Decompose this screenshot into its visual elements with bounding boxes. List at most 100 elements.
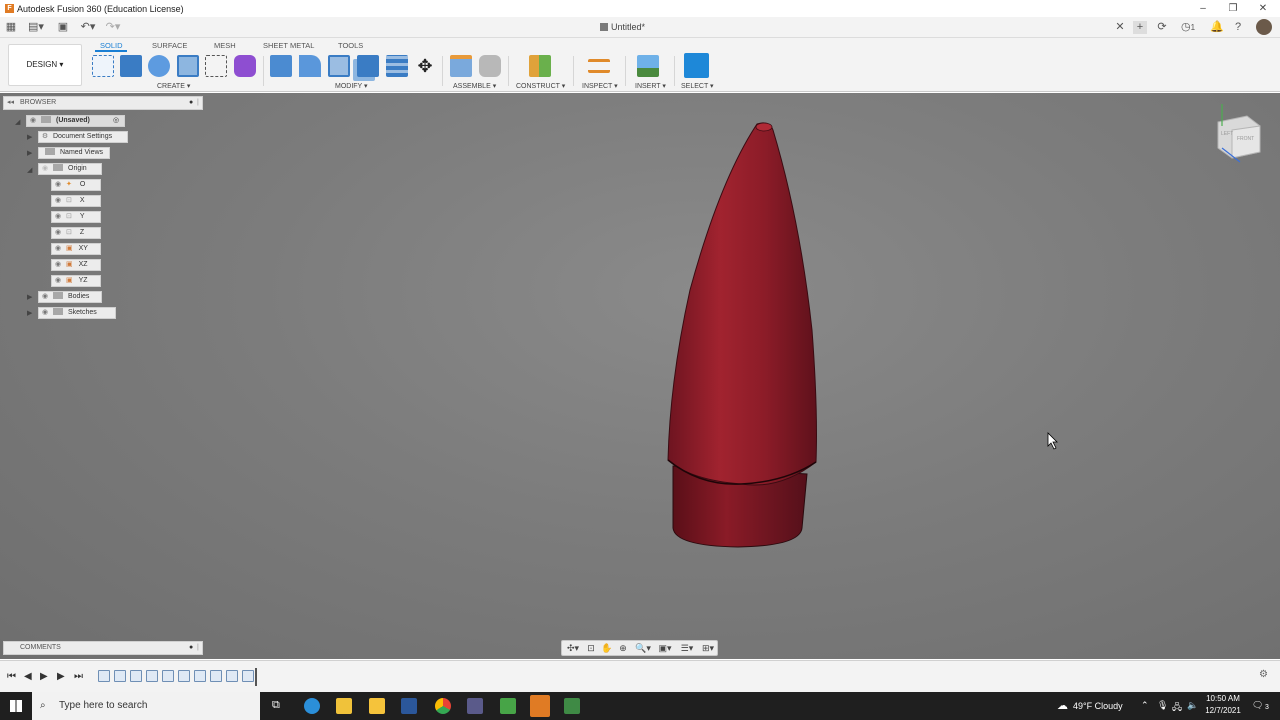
browser-item-document-settings[interactable]: ⚙ Document Settings — [38, 131, 128, 143]
x-axis-item[interactable]: ◉ ⊡ X — [51, 195, 101, 207]
timeline-feature-sketch[interactable] — [162, 670, 174, 682]
taskbar-search-input[interactable]: ⌕ Type here to search — [32, 692, 260, 720]
shell-icon[interactable] — [328, 55, 350, 77]
yz-plane-item[interactable]: ◉ ▣ YZ — [51, 275, 101, 287]
user-avatar[interactable] — [1256, 19, 1272, 35]
tab-mesh[interactable]: MESH — [214, 41, 236, 50]
go-to-end-icon[interactable]: ⏭ — [74, 671, 83, 682]
edge-icon[interactable] — [304, 698, 320, 714]
weather-text[interactable]: 49°F Cloudy — [1073, 701, 1123, 711]
select-icon[interactable] — [684, 53, 709, 78]
notification-center-icon[interactable]: 🗨 — [1252, 700, 1263, 711]
visibility-eye-icon[interactable]: ◉ — [39, 292, 51, 302]
close-tab-icon[interactable]: ✕ — [1114, 21, 1126, 34]
play-icon[interactable]: ▶ — [40, 671, 48, 682]
comments-pin-icon[interactable]: ● — [189, 642, 193, 654]
expand-arrow-icon[interactable]: ▶ — [27, 149, 32, 157]
assemble-menu[interactable]: ASSEMBLE ▾ — [453, 82, 496, 90]
microphone-icon[interactable]: 🎙 — [1157, 700, 1168, 711]
word-icon[interactable] — [401, 698, 417, 714]
file-explorer-icon[interactable] — [336, 698, 352, 714]
hole-icon[interactable] — [177, 55, 199, 77]
timeline-feature-sketch[interactable] — [130, 670, 142, 682]
browser-root-item[interactable]: ◉ (Unsaved) ◎ — [26, 115, 125, 127]
press-pull-icon[interactable] — [270, 55, 292, 77]
browser-panel-header[interactable]: ◂◂ BROWSER ● | — [3, 96, 203, 110]
file-menu-icon[interactable]: ▤▾ — [27, 21, 45, 34]
pan-icon[interactable]: ✋ — [601, 643, 613, 654]
joint-icon[interactable] — [479, 55, 501, 77]
browser-item-bodies[interactable]: ◉ Bodies — [38, 291, 102, 303]
visibility-eye-icon[interactable]: ◉ — [39, 308, 51, 318]
nose-cone-body[interactable] — [667, 122, 817, 486]
visibility-eye-icon[interactable]: ◉ — [52, 212, 64, 222]
create-menu[interactable]: CREATE ▾ — [157, 82, 190, 90]
go-to-start-icon[interactable]: ⏮ — [7, 671, 16, 682]
timeline-feature-sketch[interactable] — [98, 670, 110, 682]
collapse-arrow-icon[interactable]: ◢ — [27, 166, 32, 174]
browser-item-sketches[interactable]: ◉ Sketches — [38, 307, 116, 319]
minimize-button[interactable]: – — [1193, 2, 1213, 15]
save-icon[interactable]: ▣ — [57, 21, 69, 34]
tab-solid[interactable]: SOLID — [100, 41, 123, 50]
visibility-eye-icon[interactable]: ◉ — [52, 180, 64, 190]
viewports-icon[interactable]: ⊞▾ — [700, 643, 716, 654]
measure-icon[interactable] — [588, 59, 610, 73]
step-forward-icon[interactable]: ▶ — [57, 671, 65, 682]
tray-chevron-icon[interactable]: ⌃ — [1141, 700, 1149, 711]
document-tab[interactable]: Untitled* — [600, 22, 645, 32]
collapse-panel-icon[interactable]: ◂◂ — [7, 97, 14, 109]
step-back-icon[interactable]: ◀ — [24, 671, 32, 682]
extrude-icon[interactable] — [120, 55, 142, 77]
canvas-viewport[interactable]: LEFT FRONT — [0, 93, 1280, 659]
orbit-icon[interactable]: ✣▾ — [565, 643, 581, 654]
insert-menu[interactable]: INSERT ▾ — [635, 82, 666, 90]
visibility-eye-icon[interactable]: ◉ — [52, 228, 64, 238]
split-body-icon[interactable] — [386, 55, 408, 77]
pattern-icon[interactable] — [205, 55, 227, 77]
create-sketch-icon[interactable] — [92, 55, 114, 77]
chrome-icon[interactable] — [435, 698, 451, 714]
expand-arrow-icon[interactable]: ▶ — [27, 293, 32, 301]
create-form-icon[interactable] — [234, 55, 256, 77]
browser-item-named-views[interactable]: Named Views — [38, 147, 110, 159]
fit-icon[interactable]: 🔍▾ — [635, 643, 651, 654]
extensions-icon[interactable]: ⟳ — [1155, 21, 1169, 34]
recorder-icon[interactable] — [564, 698, 580, 714]
camtasia-icon[interactable] — [500, 698, 516, 714]
timeline-marker[interactable] — [255, 668, 257, 686]
modify-menu[interactable]: MODIFY ▾ — [335, 82, 368, 90]
timeline-feature-extrude[interactable] — [226, 670, 238, 682]
combine-icon[interactable] — [357, 55, 379, 77]
restore-button[interactable]: ❐ — [1223, 2, 1243, 15]
browser-item-origin[interactable]: ◉ Origin — [38, 163, 102, 175]
timeline-feature-sketch[interactable] — [210, 670, 222, 682]
store-icon[interactable] — [369, 698, 385, 714]
origin-point-item[interactable]: ◉ ✦ O — [51, 179, 101, 191]
visibility-eye-icon[interactable]: ◉ — [52, 196, 64, 206]
volume-icon[interactable]: 🔈 — [1187, 700, 1198, 711]
redo-icon[interactable]: ↷▾ — [104, 21, 122, 34]
close-button[interactable]: ✕ — [1253, 2, 1273, 15]
visibility-eye-icon[interactable]: ◉ — [52, 260, 64, 270]
timeline-feature-shell[interactable] — [242, 670, 254, 682]
move-icon[interactable]: ✥ — [414, 55, 436, 77]
fusion-360-taskbar-icon[interactable] — [530, 695, 550, 717]
timeline-feature-extrude[interactable] — [178, 670, 190, 682]
workspace-switcher[interactable]: DESIGN ▾ — [8, 44, 82, 86]
look-at-icon[interactable]: ⊡ — [585, 643, 597, 654]
windows-start-icon[interactable] — [10, 700, 22, 712]
notifications-icon[interactable]: 🔔 — [1210, 21, 1224, 34]
clock-date[interactable]: 12/7/2021 — [1203, 706, 1243, 715]
display-settings-icon[interactable]: ▣▾ — [657, 643, 673, 654]
browser-pin-icon[interactable]: ● — [189, 97, 193, 109]
comments-panel-header[interactable]: COMMENTS ● | — [3, 641, 203, 655]
tab-sheet-metal[interactable]: SHEET METAL — [263, 41, 314, 50]
job-status-icon[interactable]: ◷1 — [1177, 21, 1199, 34]
select-menu[interactable]: SELECT ▾ — [681, 82, 714, 90]
timeline-feature-revolve[interactable] — [194, 670, 206, 682]
xy-plane-item[interactable]: ◉ ▣ XY — [51, 243, 101, 255]
construct-menu[interactable]: CONSTRUCT ▾ — [516, 82, 565, 90]
timeline-feature-revolve[interactable] — [146, 670, 158, 682]
visibility-eye-icon[interactable]: ◉ — [52, 276, 64, 286]
